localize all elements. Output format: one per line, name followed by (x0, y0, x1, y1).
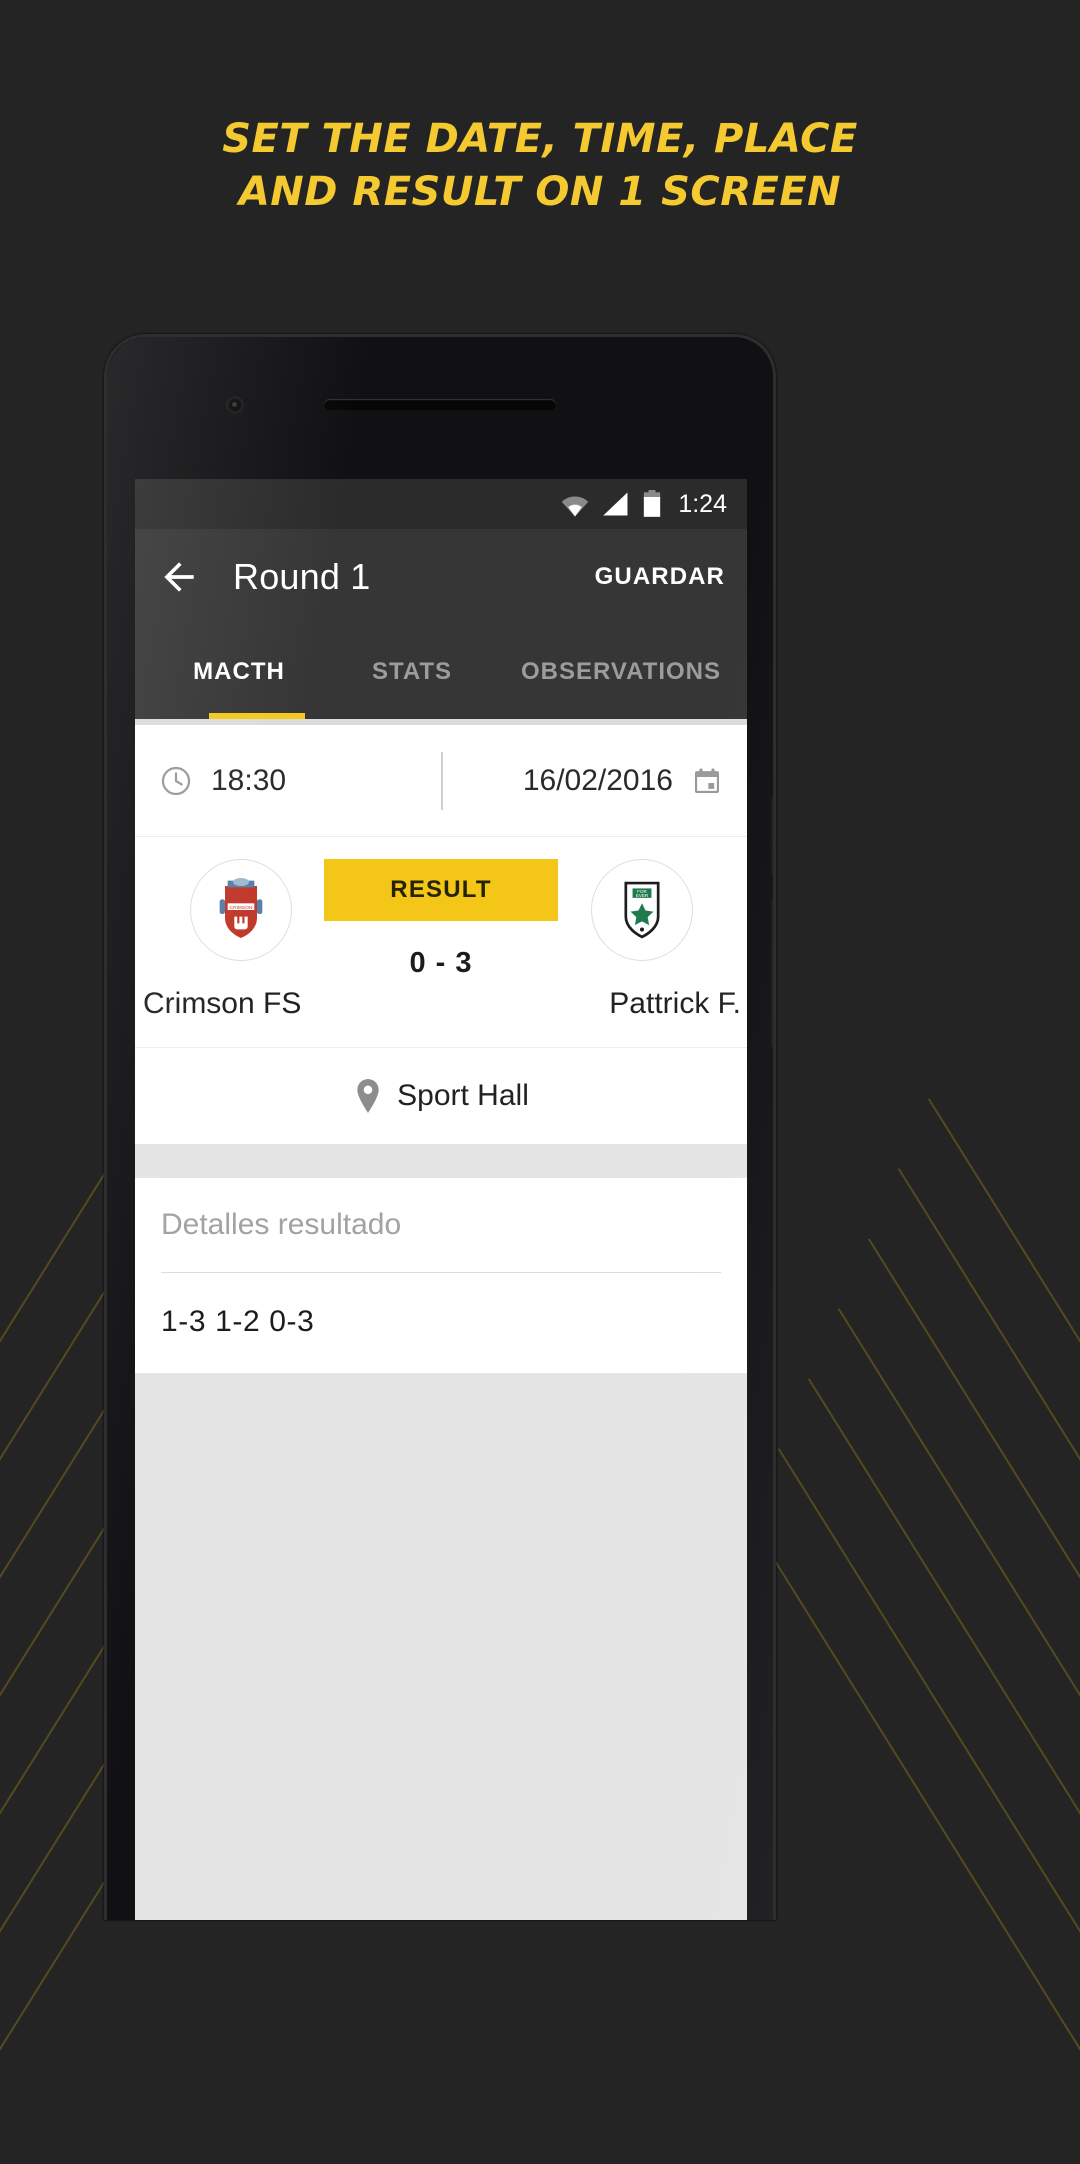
cellular-signal-icon (603, 492, 628, 516)
page-title: Round 1 (233, 555, 371, 597)
save-button[interactable]: GUARDAR (595, 563, 725, 591)
result-button[interactable]: RESULT (324, 859, 558, 921)
active-tab-indicator (209, 713, 305, 719)
result-details-card: Detalles resultado 1-3 1-2 0-3 (135, 1178, 747, 1373)
tab-stats[interactable]: STATS (337, 624, 487, 719)
wifi-icon (562, 496, 589, 517)
content-bottom-fill (135, 1373, 747, 1920)
result-details-value[interactable]: 1-3 1-2 0-3 (161, 1273, 721, 1373)
match-content: 18:30 16/02/2016 CRIMSON Crimson FS RESU… (135, 725, 747, 1920)
place-row[interactable]: Sport Hall (135, 1048, 747, 1144)
earpiece-speaker (324, 399, 556, 410)
tab-bar: MACTH STATS OBSERVATIONS (135, 624, 747, 719)
datetime-divider (441, 752, 443, 810)
promo-headline-line-2: AND RESULT ON 1 SCREEN (238, 169, 842, 215)
status-bar-clock: 1:24 (678, 489, 727, 518)
svg-text:CRIMSON: CRIMSON (229, 905, 252, 911)
match-card: 18:30 16/02/2016 CRIMSON Crimson FS RESU… (135, 725, 747, 1144)
teams-row: CRIMSON Crimson FS RESULT 0 - 3 FOR EVER… (135, 837, 747, 1048)
tab-observations[interactable]: OBSERVATIONS (487, 624, 747, 719)
clock-icon (161, 766, 191, 795)
decorative-stripes-right (747, 1098, 1080, 2164)
pattrick-f-crest-icon: FOR EVER (623, 881, 660, 939)
away-team-badge: FOR EVER (590, 859, 693, 961)
crimson-fs-crest-icon: CRIMSON (219, 878, 262, 938)
match-place: Sport Hall (397, 1079, 529, 1112)
match-score: 0 - 3 (409, 947, 473, 979)
battery-icon (644, 490, 661, 517)
home-team[interactable]: CRIMSON Crimson FS (143, 859, 324, 1021)
promo-headline-line-1: SET THE DATE, TIME, PLACE (222, 116, 858, 162)
date-field[interactable]: 16/02/2016 (441, 764, 723, 798)
section-gap (135, 1144, 747, 1178)
app-bar: Round 1 GUARDAR (135, 529, 747, 624)
tab-match[interactable]: MACTH (141, 624, 337, 719)
home-team-badge: CRIMSON (189, 859, 292, 961)
away-team[interactable]: FOR EVER Pattrick F. (558, 859, 741, 1021)
map-pin-icon (357, 1079, 379, 1113)
volume-button[interactable] (771, 897, 773, 1047)
front-camera-icon (227, 397, 243, 413)
promo-headline: SET THE DATE, TIME, PLACE AND RESULT ON … (0, 113, 1080, 219)
home-team-name: Crimson FS (143, 987, 302, 1020)
time-field[interactable]: 18:30 (159, 764, 441, 798)
calendar-icon (695, 767, 719, 793)
phone-mockup: 1:24 Round 1 GUARDAR MACTH STATS OBSERVA… (104, 334, 776, 1920)
power-button[interactable] (771, 797, 773, 875)
result-details-placeholder[interactable]: Detalles resultado (161, 1208, 721, 1273)
match-date: 16/02/2016 (522, 763, 673, 797)
datetime-row: 18:30 16/02/2016 (135, 725, 747, 837)
arrow-left-icon[interactable] (157, 555, 201, 599)
away-team-name: Pattrick F. (609, 987, 741, 1020)
phone-screen: 1:24 Round 1 GUARDAR MACTH STATS OBSERVA… (135, 479, 747, 1920)
svg-text:EVER: EVER (635, 893, 648, 898)
status-bar: 1:24 (135, 479, 747, 529)
match-time: 18:30 (211, 763, 287, 797)
result-column: RESULT 0 - 3 (324, 859, 558, 980)
